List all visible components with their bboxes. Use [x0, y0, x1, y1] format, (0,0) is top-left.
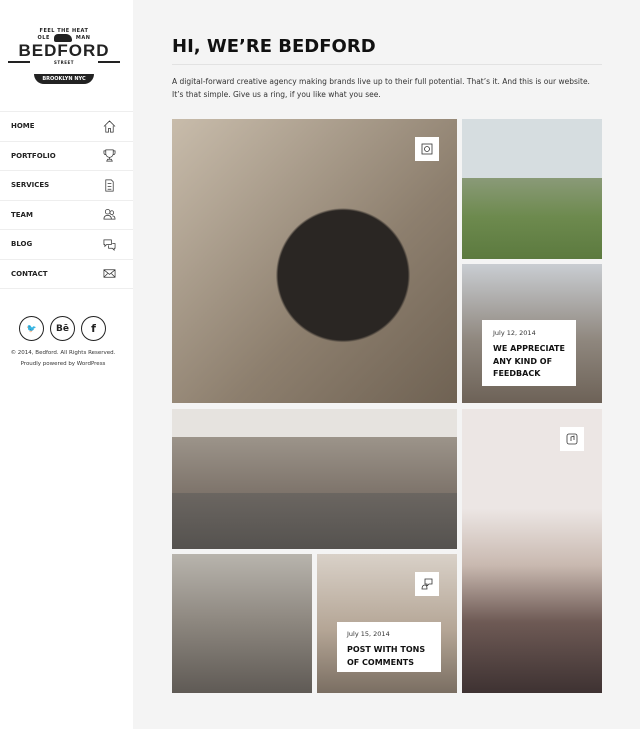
users-icon: [103, 209, 116, 220]
sidebar: FEEL THE HEAT OLE MAN BEDFORD STREET BROO…: [0, 0, 133, 729]
envelope-icon: [103, 269, 116, 278]
portfolio-tile-city[interactable]: [172, 554, 312, 693]
nav-item-home[interactable]: HOME: [0, 112, 133, 142]
twitter-icon[interactable]: 🐦: [19, 316, 44, 341]
post-card: July 12, 2014 WE APPRECIATE ANY KIND OF …: [482, 320, 576, 386]
nav-label: HOME: [11, 122, 35, 131]
nav-label: PORTFOLIO: [11, 151, 56, 160]
arrow-right-icon: [98, 61, 120, 63]
chat-badge: [415, 572, 439, 596]
portfolio-tile-bedroom[interactable]: [462, 409, 602, 693]
nav-item-team[interactable]: TEAM: [0, 201, 133, 230]
post-title[interactable]: POST WITH TONS OF COMMENTS: [347, 644, 431, 669]
portfolio-tile-jump[interactable]: [172, 409, 457, 549]
nav-item-blog[interactable]: BLOG: [0, 230, 133, 260]
intro-text: A digital-forward creative agency making…: [172, 77, 590, 99]
powered-by-link[interactable]: Proudly powered by WordPress: [0, 359, 126, 370]
blog-post-feedback[interactable]: July 12, 2014 WE APPRECIATE ANY KIND OF …: [462, 264, 602, 403]
site-logo[interactable]: FEEL THE HEAT OLE MAN BEDFORD STREET BROO…: [8, 28, 120, 92]
nav-label: TEAM: [11, 210, 33, 219]
logo-band: BROOKLYN NYC: [34, 74, 94, 84]
document-icon: [105, 179, 114, 192]
nav-item-contact[interactable]: CONTACT: [0, 260, 133, 289]
post-date: July 12, 2014: [493, 329, 536, 337]
divider: [172, 64, 602, 65]
post-title[interactable]: WE APPRECIATE ANY KIND OF FEEDBACK: [493, 343, 565, 381]
nav-item-portfolio[interactable]: PORTFOLIO: [0, 142, 133, 171]
page-title: HI, WE’RE BEDFORD: [172, 36, 376, 57]
nav-label: BLOG: [11, 240, 33, 249]
gallery-badge: [415, 137, 439, 161]
music-icon: [566, 433, 578, 445]
portfolio-tile-field[interactable]: [462, 119, 602, 259]
audio-badge: [560, 427, 584, 451]
behance-icon[interactable]: Bē: [50, 316, 75, 341]
blog-post-comments[interactable]: July 15, 2014 POST WITH TONS OF COMMENTS: [317, 554, 457, 693]
nav-item-services[interactable]: SERVICES: [0, 171, 133, 201]
arrow-left-icon: [8, 61, 30, 63]
logo-name: BEDFORD: [18, 41, 110, 60]
trophy-icon: [103, 149, 116, 162]
nav-label: SERVICES: [11, 181, 50, 190]
nav-label: CONTACT: [11, 269, 48, 278]
social-links: 🐦 Bē f: [19, 316, 106, 341]
image-icon: [421, 143, 433, 155]
main-nav: HOME PORTFOLIO SERVICES TEAM BLOG CONTAC…: [0, 111, 133, 289]
chat-icon: [103, 239, 116, 251]
post-card: July 15, 2014 POST WITH TONS OF COMMENTS: [337, 622, 441, 672]
post-date: July 15, 2014: [347, 630, 390, 638]
home-icon: [103, 120, 116, 133]
facebook-icon[interactable]: f: [81, 316, 106, 341]
copyright: © 2014, Bedford. All Rights Reserved.: [10, 350, 116, 356]
portfolio-tile-camera[interactable]: [172, 119, 457, 403]
chat-icon: [421, 578, 433, 590]
